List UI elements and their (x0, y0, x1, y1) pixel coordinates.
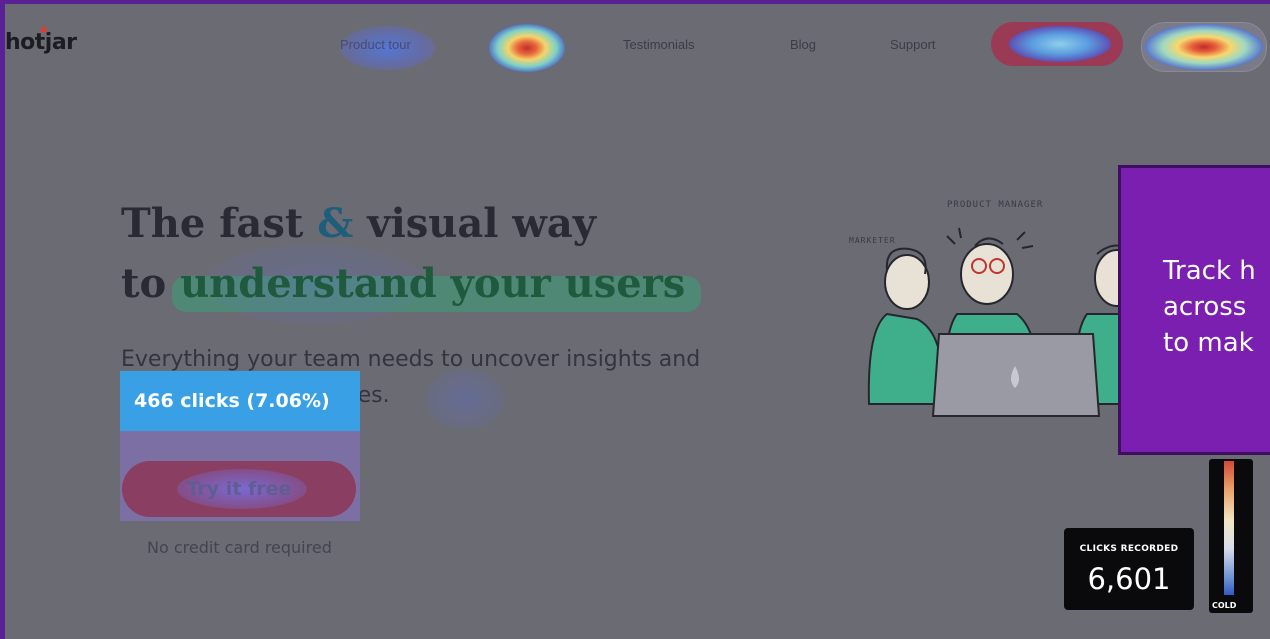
callout-line: across (1163, 292, 1247, 322)
nav-signup-button[interactable] (991, 22, 1123, 66)
clicks-recorded-value: 6,601 (1087, 562, 1171, 596)
headline-ampersand: & (317, 200, 354, 247)
headline-text: The fast (121, 200, 318, 247)
cold-label: COLD (1212, 601, 1237, 610)
nav-testimonials[interactable]: Testimonials (623, 37, 695, 52)
nav-product-tour[interactable]: Product tour (340, 37, 411, 52)
no-credit-card-note: No credit card required (147, 538, 332, 557)
hero-headline: The fast & visual way to understand your… (121, 194, 702, 314)
hotjar-logo[interactable]: hotjar ▲ (5, 23, 77, 55)
cta-label: Try it free (186, 478, 292, 500)
nav-blog[interactable]: Blog (790, 37, 816, 52)
cta-highlight: Try it free (120, 431, 360, 521)
clicks-tooltip: 466 clicks (7.06%) (120, 371, 360, 431)
nav-login-button[interactable] (1141, 22, 1267, 72)
clicks-recorded-label: CLICKS RECORDED (1079, 544, 1179, 554)
heat-spot-nav (489, 24, 565, 72)
illustration-label: PRODUCT MANAGER (947, 200, 1044, 210)
cta-heatmap-overlay: 466 clicks (7.06%) Try it free (120, 371, 360, 521)
illustration-label: MARKETER (849, 236, 896, 245)
headline-text: visual way (353, 200, 597, 247)
callout-line: to mak (1163, 328, 1254, 358)
try-it-free-button[interactable]: Try it free (122, 461, 356, 517)
heat-scale-legend: COLD (1209, 459, 1253, 613)
nav-support[interactable]: Support (890, 37, 936, 52)
callout-line: Track h (1163, 256, 1256, 286)
clicks-recorded-badge: CLICKS RECORDED 6,601 (1064, 528, 1194, 610)
heatmap-screenshot: hotjar ▲ Product tour Testimonials Blog … (5, 4, 1270, 639)
heat-scale-gradient (1224, 461, 1234, 595)
flame-icon: ▲ (40, 23, 48, 34)
people-laptop-drawing (867, 227, 1140, 417)
feature-callout: Track h across to mak (1118, 165, 1270, 455)
team-illustration: PRODUCT MANAGER MARKETER (847, 194, 1140, 419)
headline-highlight: understand your users (172, 260, 702, 312)
